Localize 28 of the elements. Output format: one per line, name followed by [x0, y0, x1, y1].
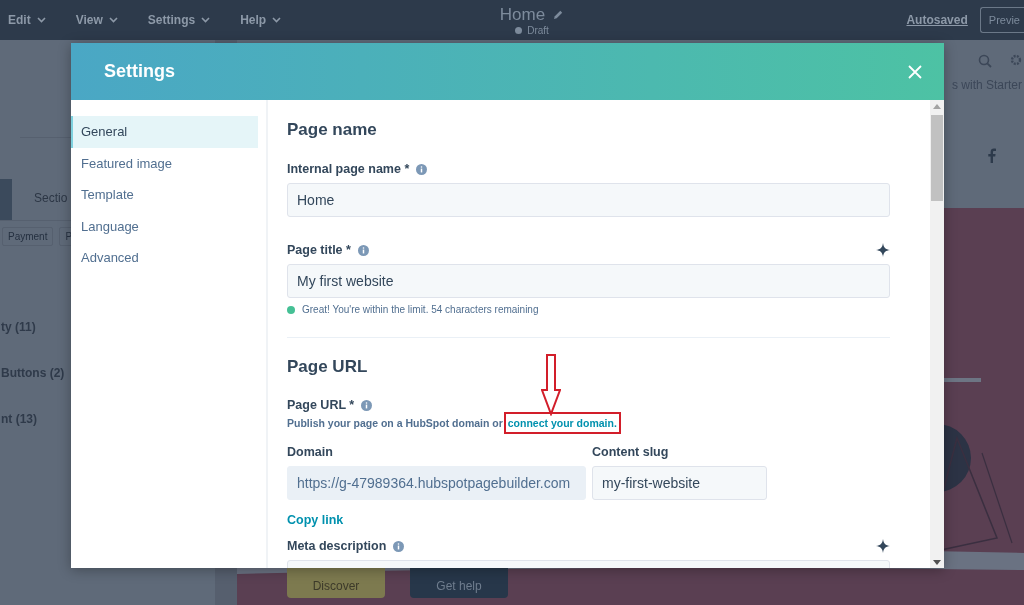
preview-button[interactable]: Previe	[979, 7, 1024, 33]
nav-item[interactable]: Featured image	[71, 147, 258, 179]
page-title: Home	[499, 4, 546, 25]
status-label: Draft	[527, 24, 549, 36]
field-label: Content slug	[592, 444, 670, 460]
field-label: Internal page name *	[287, 162, 410, 176]
title-field[interactable]: My first website	[287, 264, 890, 298]
field-label: Page URL *	[287, 398, 355, 412]
nav-item[interactable]: General	[71, 116, 258, 148]
section-heading: Page URL	[287, 357, 369, 378]
menu-item[interactable]: Settings	[147, 13, 211, 27]
connect-domain-link[interactable]: connect your domain.	[507, 417, 617, 429]
menu-item[interactable]: Help	[240, 13, 282, 27]
field-label: Domain	[287, 444, 334, 460]
field-label: Page title *	[287, 243, 351, 257]
nav-item[interactable]: Template	[71, 179, 258, 211]
name-field[interactable]: Home	[287, 183, 890, 217]
slug-field[interactable]: my-first-website	[592, 466, 767, 500]
dialog-title: Settings	[104, 61, 175, 82]
help-text: Publish your page on a HubSpot domain or connect your domain.	[287, 417, 890, 429]
menu-item[interactable]: View	[75, 13, 118, 27]
autosave-link[interactable]: Autosaved	[906, 13, 968, 27]
section-heading: Page name	[287, 120, 378, 141]
filter-chip[interactable]: Payment	[2, 227, 54, 246]
copy-link[interactable]: Copy link	[287, 513, 344, 527]
field-label: Meta description	[287, 539, 387, 553]
hint-text: Great! You're within the limit. 54 characters remaining	[302, 304, 539, 315]
menu-item[interactable]: Edit	[8, 13, 46, 27]
